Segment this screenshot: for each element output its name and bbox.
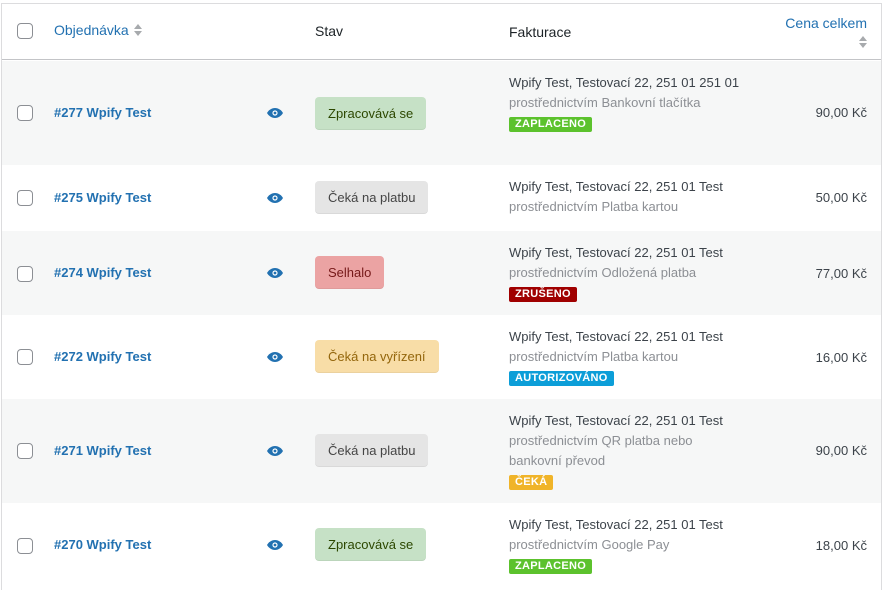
order-link[interactable]: #272 Wpify Test [54,349,151,364]
billing-info: Wpify Test, Testovací 22, 251 01 Test pr… [509,243,749,303]
preview-eye-icon[interactable] [267,446,283,456]
payment-method: prostřednictvím Platba kartou [509,199,679,214]
row-checkbox[interactable] [17,105,33,121]
order-link[interactable]: #275 Wpify Test [54,190,151,205]
status-badge: Čeká na platbu [315,434,429,467]
order-total: 50,00 Kč [815,190,867,205]
billing-address: Wpify Test, Testovací 22, 251 01 Test [509,517,723,532]
preview-eye-icon[interactable] [267,268,283,278]
billing-info: Wpify Test, Testovací 22, 251 01 Test pr… [509,327,749,387]
orders-table: Objednávka Stav Fakturace Cena celkem #2… [1,3,882,590]
payment-method: prostřednictvím Odložená platba [509,265,697,280]
billing-address: Wpify Test, Testovací 22, 251 01 Test [509,245,723,260]
table-row[interactable]: #274 Wpify Test Selhalo Wpify Test, Test… [2,231,881,315]
order-total: 16,00 Kč [815,350,867,365]
order-total: 18,00 Kč [815,538,867,553]
payment-badge: ČEKÁ [509,475,554,490]
billing-address: Wpify Test, Testovací 22, 251 01 251 01 [509,75,740,90]
preview-eye-icon[interactable] [267,540,283,550]
order-link[interactable]: #270 Wpify Test [54,537,151,552]
payment-badge: AUTORIZOVÁNO [509,371,614,386]
table-row[interactable]: #277 Wpify Test Zpracovává se Wpify Test… [2,61,881,165]
preview-eye-icon[interactable] [267,352,283,362]
table-row[interactable]: #275 Wpify Test Čeká na platbu Wpify Tes… [2,165,881,231]
status-badge: Zpracovává se [315,97,427,130]
status-badge: Selhalo [315,256,385,289]
order-link[interactable]: #277 Wpify Test [54,105,151,120]
column-total-header[interactable]: Cena celkem [785,15,867,48]
billing-address: Wpify Test, Testovací 22, 251 01 Test [509,329,723,344]
row-checkbox[interactable] [17,266,33,282]
order-total: 77,00 Kč [815,266,867,281]
select-all-checkbox[interactable] [17,23,33,39]
status-badge: Čeká na vyřízení [315,340,439,373]
payment-badge: ZAPLACENO [509,117,593,132]
billing-info: Wpify Test, Testovací 22, 251 01 Test pr… [509,177,749,217]
billing-address: Wpify Test, Testovací 22, 251 01 Test [509,413,723,428]
payment-method: prostřednictvím Google Pay [509,537,670,552]
table-row[interactable]: #270 Wpify Test Zpracovává se Wpify Test… [2,503,881,590]
column-order-label[interactable]: Objednávka [54,22,129,38]
billing-info: Wpify Test, Testovací 22, 251 01 Test pr… [509,515,749,575]
billing-info: Wpify Test, Testovací 22, 251 01 Test pr… [509,411,723,491]
order-total: 90,00 Kč [815,105,867,120]
column-billing-header: Fakturace [509,24,572,40]
payment-method: prostřednictvím Bankovní tlačítka [509,95,701,110]
table-row[interactable]: #272 Wpify Test Čeká na vyřízení Wpify T… [2,315,881,399]
sort-icon[interactable] [859,36,867,48]
billing-address: Wpify Test, Testovací 22, 251 01 Test [509,179,723,194]
preview-eye-icon[interactable] [267,108,283,118]
payment-badge: ZAPLACENO [509,559,593,574]
row-checkbox[interactable] [17,443,33,459]
column-order-header[interactable]: Objednávka [54,22,142,38]
preview-eye-icon[interactable] [267,193,283,203]
row-checkbox[interactable] [17,538,33,554]
row-checkbox[interactable] [17,349,33,365]
table-header: Objednávka Stav Fakturace Cena celkem [2,4,881,60]
row-checkbox[interactable] [17,190,33,206]
payment-method: prostřednictvím Platba kartou [509,349,679,364]
billing-info: Wpify Test, Testovací 22, 251 01 251 01 … [509,73,749,133]
status-badge: Zpracovává se [315,528,427,561]
payment-badge: ZRUŠENO [509,287,577,302]
column-status-header: Stav [315,23,344,39]
payment-method: prostřednictvím QR platba nebo bankovní … [509,433,693,468]
order-link[interactable]: #271 Wpify Test [54,443,151,458]
status-badge: Čeká na platbu [315,181,429,214]
order-total: 90,00 Kč [815,443,867,458]
order-link[interactable]: #274 Wpify Test [54,265,151,280]
sort-icon[interactable] [133,24,142,36]
table-row[interactable]: #271 Wpify Test Čeká na platbu Wpify Tes… [2,399,881,503]
column-total-label[interactable]: Cena celkem [785,15,867,31]
